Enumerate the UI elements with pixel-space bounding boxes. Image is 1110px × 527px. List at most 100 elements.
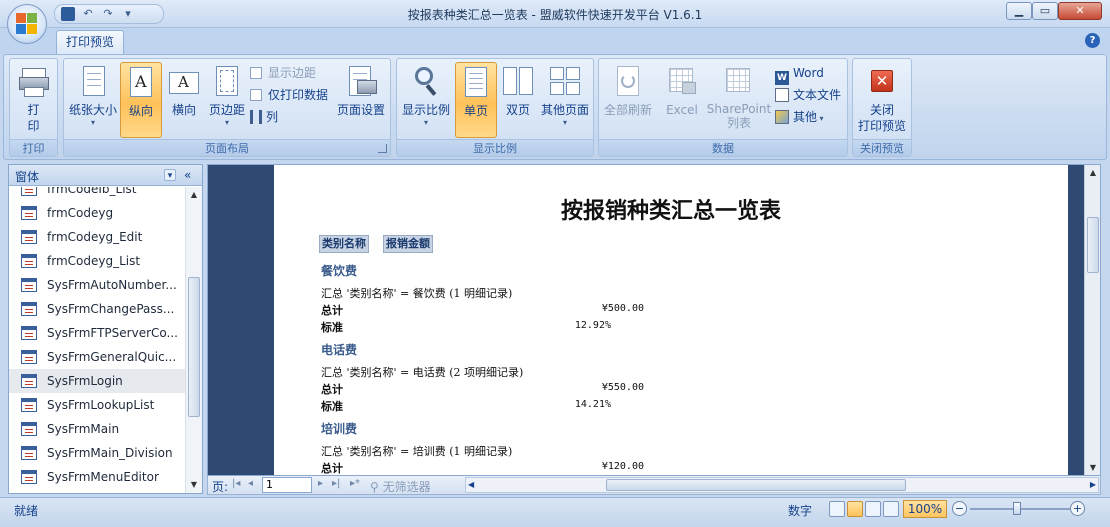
text-file-icon — [775, 88, 789, 102]
zoom-in-button[interactable]: + — [1070, 501, 1085, 516]
nav-form-item-label: SysFrmMain_Division — [47, 446, 173, 460]
two-pages-icon — [502, 66, 534, 98]
form-icon — [21, 230, 37, 244]
nav-form-item-label: frmCodeyg — [47, 206, 114, 220]
view-design-icon[interactable] — [883, 501, 899, 517]
total-value: ¥120.00 — [601, 461, 644, 472]
nav-form-item[interactable]: frmCodeIb_List — [9, 187, 185, 201]
preview-vertical-scrollbar[interactable]: ▲ ▼ — [1084, 165, 1100, 475]
maximize-button[interactable]: ▭ — [1032, 2, 1058, 20]
filter-status[interactable]: ⚲ 无筛选器 — [370, 478, 431, 495]
page-number-input[interactable]: 1 — [262, 477, 312, 493]
nav-form-item[interactable]: frmCodeyg_List — [9, 249, 185, 273]
scroll-down-icon[interactable]: ▼ — [1085, 460, 1100, 475]
office-button[interactable] — [7, 4, 47, 44]
view-layout-icon[interactable] — [865, 501, 881, 517]
sharepoint-list-icon — [723, 66, 755, 98]
checkbox-icon — [250, 67, 262, 79]
preview-scroll-thumb[interactable] — [1087, 217, 1099, 273]
nav-form-item[interactable]: SysFrmChangePass... — [9, 297, 185, 321]
dialog-launcher-icon[interactable] — [378, 144, 387, 153]
navigation-pane: 窗体 ▾ « frmCodeIb_List frmCodeyg frmCodeyg_… — [8, 164, 203, 494]
scroll-left-icon[interactable]: ◀ — [468, 478, 474, 492]
previous-page-icon[interactable]: ◂ — [248, 478, 253, 489]
status-bar: 就绪 数字 100% − + — [0, 497, 1110, 527]
total-label: 总计 — [321, 304, 343, 317]
close-window-button[interactable]: ✕ — [1058, 2, 1102, 20]
scroll-down-icon[interactable]: ▼ — [186, 477, 202, 493]
zoom-level[interactable]: 100% — [903, 500, 947, 518]
view-report-icon[interactable] — [829, 501, 845, 517]
margins-icon — [211, 66, 243, 98]
refresh-all-button[interactable]: 全部刷新 — [601, 62, 655, 138]
nav-form-item[interactable]: frmCodeyg_Edit — [9, 225, 185, 249]
nav-form-item[interactable]: SysFrmAutoNumber... — [9, 273, 185, 297]
horizontal-scroll-thumb[interactable] — [606, 479, 906, 491]
tab-print-preview[interactable]: 打印预览 — [56, 30, 124, 54]
scroll-up-icon[interactable]: ▲ — [186, 187, 202, 203]
last-page-icon[interactable]: ▸| — [332, 478, 340, 489]
group-label-close: 关闭预览 — [853, 139, 911, 156]
scroll-up-icon[interactable]: ▲ — [1085, 165, 1100, 181]
zoom-out-button[interactable]: − — [952, 501, 967, 516]
nav-form-item[interactable]: SysFrmMain_Division — [9, 441, 185, 465]
scroll-right-icon[interactable]: ▶ — [1090, 478, 1096, 492]
export-word-button[interactable]: W Word — [775, 63, 824, 85]
preview-horizontal-scrollbar[interactable]: ◀ ▶ — [465, 477, 1099, 493]
nav-form-item[interactable]: SysFrmGeneralQuic... — [9, 345, 185, 369]
filter-icon: ⚲ — [370, 480, 383, 494]
nav-pane-header[interactable]: 窗体 ▾ « — [9, 165, 202, 186]
nav-form-item[interactable]: frmCodeyg — [9, 201, 185, 225]
nav-scroll-thumb[interactable] — [188, 277, 200, 417]
column-header: 类别名称 — [319, 235, 369, 253]
standard-value: 14.21% — [574, 399, 611, 410]
nav-form-item-label: SysFrmFTPServerCo... — [47, 326, 178, 340]
nav-form-item[interactable]: SysFrmLookupList — [9, 393, 185, 417]
one-page-button[interactable]: 单页 — [455, 62, 497, 138]
view-print-preview-icon[interactable] — [847, 501, 863, 517]
close-preview-button[interactable]: ✕ 关闭 打印预览 — [855, 62, 909, 138]
nav-form-list: frmCodeIb_List frmCodeyg frmCodeyg_Editfrm… — [9, 187, 185, 493]
export-text-file-button[interactable]: 文本文件 — [775, 85, 841, 105]
zoom-slider-thumb[interactable] — [1013, 502, 1021, 515]
nav-form-item[interactable]: SysFrmLogin — [9, 369, 185, 393]
help-icon[interactable]: ? — [1085, 33, 1100, 48]
export-more-button[interactable]: 其他 ▾ — [775, 107, 824, 127]
margins-button[interactable]: 页边距 ▾ — [206, 62, 248, 138]
minimize-button[interactable]: ▁ — [1006, 2, 1032, 20]
nav-form-item[interactable]: SysFrmMenuEditor — [9, 465, 185, 489]
more-pages-button[interactable]: 其他页面 ▾ — [539, 62, 591, 138]
collapse-pane-icon[interactable]: « — [184, 168, 191, 182]
export-excel-button[interactable]: Excel — [661, 62, 703, 138]
landscape-icon: A — [168, 66, 200, 98]
show-margins-checkbox[interactable]: 显示边距 — [250, 63, 316, 83]
page-setup-button[interactable]: 页面设置 — [334, 62, 388, 138]
chevron-down-icon: ▾ — [224, 118, 229, 127]
nav-form-item[interactable]: SysFrmFTPServerCo... — [9, 321, 185, 345]
chevron-down-icon: ▾ — [90, 118, 95, 127]
form-icon — [21, 302, 37, 316]
print-button[interactable]: 打 印 — [12, 62, 55, 138]
nav-form-item-label: frmCodeyg_Edit — [47, 230, 143, 244]
paper-size-button[interactable]: 纸张大小 ▾ — [68, 62, 118, 138]
numlock-indicator: 数字 — [788, 504, 813, 518]
nav-scrollbar[interactable]: ▲ ▼ — [185, 187, 202, 493]
columns-button[interactable]: 列 — [250, 107, 278, 127]
export-sharepoint-button[interactable]: SharePoint 列表 — [705, 62, 773, 138]
next-page-icon[interactable]: ▸ — [318, 478, 323, 489]
column-header: 报销金额 — [383, 235, 433, 253]
landscape-button[interactable]: A 横向 — [164, 62, 204, 138]
nav-form-item-label: SysFrmMain — [47, 422, 120, 436]
chevron-down-icon[interactable]: ▾ — [164, 169, 176, 181]
nav-form-item[interactable]: SysFrmMain — [9, 417, 185, 441]
new-record-icon[interactable]: ▸* — [350, 478, 360, 489]
word-icon: W — [775, 71, 789, 85]
form-icon — [21, 374, 37, 388]
portrait-button[interactable]: A 纵向 — [120, 62, 162, 138]
print-data-only-checkbox[interactable]: 仅打印数据 — [250, 85, 328, 105]
two-pages-button[interactable]: 双页 — [499, 62, 537, 138]
zoom-button[interactable]: 显示比例 ▾ — [399, 62, 453, 138]
nav-form-item-label: SysFrmAutoNumber... — [47, 278, 177, 292]
paper-size-icon — [77, 66, 109, 98]
first-page-icon[interactable]: |◂ — [232, 478, 240, 489]
